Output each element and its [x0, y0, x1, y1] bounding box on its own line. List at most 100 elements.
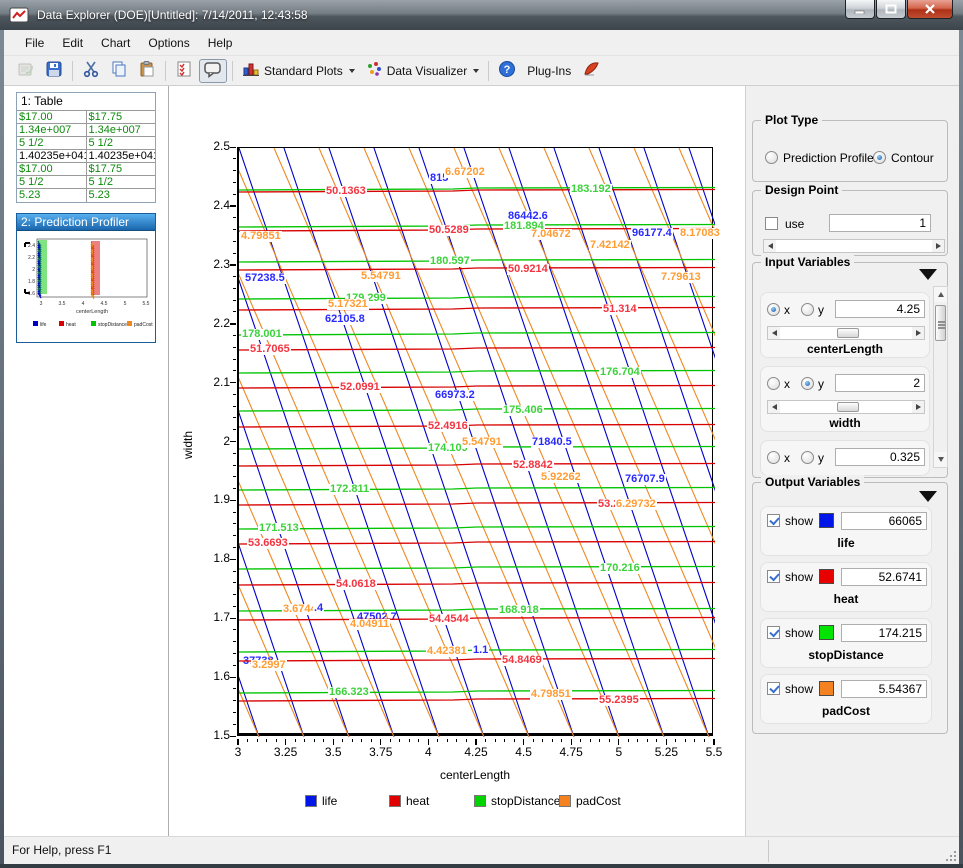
slider-thumb[interactable] — [837, 328, 859, 338]
x-radio-label: x — [784, 303, 790, 317]
series-color-swatch[interactable] — [819, 625, 834, 640]
menu-file[interactable]: File — [16, 33, 53, 53]
x-minor-tick — [323, 739, 324, 742]
plugin-button[interactable] — [578, 59, 606, 83]
plug-ins-label: Plug-Ins — [527, 64, 571, 78]
slider-left-arrow-icon[interactable] — [768, 327, 780, 339]
help-icon: ? — [498, 60, 516, 83]
open-button[interactable] — [13, 59, 39, 83]
titlebar[interactable]: Data Explorer (DOE)[Untitled]: 7/14/2011… — [0, 0, 963, 30]
show-checkbox[interactable] — [767, 682, 780, 695]
y-axis-radio[interactable] — [801, 451, 814, 464]
x-tick-label: 4.5 — [508, 745, 540, 759]
contour-label-padCost: 5.54791 — [461, 437, 503, 448]
plot-type-radio-contour[interactable] — [873, 151, 886, 164]
checklist-button[interactable] — [171, 59, 197, 83]
menu-edit[interactable]: Edit — [53, 33, 92, 53]
x-minor-tick — [485, 739, 486, 742]
table-thumbnail-panel[interactable]: 1: Table $17.00$17.751.34e+0071.34e+0075… — [16, 92, 156, 203]
x-minor-tick — [466, 739, 467, 742]
x-minor-tick — [609, 739, 610, 742]
scroll-down-icon[interactable] — [934, 452, 947, 467]
output-value-field[interactable]: 5.54367 — [841, 680, 927, 698]
input-value-field[interactable]: 2 — [835, 374, 925, 392]
menu-options[interactable]: Options — [139, 33, 198, 53]
output-value-field[interactable]: 66065 — [841, 512, 927, 530]
output-variable-card-stopDistance: show174.215stopDistance — [760, 618, 932, 668]
y-tick-label: 1.6 — [198, 669, 230, 683]
copy-button[interactable] — [106, 59, 132, 83]
output-value-field[interactable]: 174.215 — [841, 624, 927, 642]
input-value-field[interactable]: 0.325 — [835, 448, 925, 466]
output-value-field[interactable]: 52.6741 — [841, 568, 927, 586]
input-variable-slider[interactable] — [767, 400, 925, 414]
slider-right-arrow-icon[interactable] — [912, 401, 924, 413]
scroll-up-icon[interactable] — [934, 287, 947, 302]
use-checkbox[interactable] — [765, 217, 778, 230]
minimize-button[interactable] — [845, 0, 875, 19]
plot-type-radio-prediction-profile[interactable] — [765, 151, 778, 164]
y-axis-radio[interactable] — [801, 377, 814, 390]
x-axis-radio[interactable] — [767, 377, 780, 390]
design-point-slider[interactable] — [763, 239, 945, 253]
show-checkbox[interactable] — [767, 514, 780, 527]
table-cell: $17.75 — [86, 111, 155, 124]
standard-plots-button[interactable]: Standard Plots — [238, 59, 359, 83]
x-tick — [428, 739, 429, 745]
contour-label-stopDistance: 175.406 — [502, 405, 544, 416]
cut-button[interactable] — [78, 59, 104, 83]
output-variable-name: stopDistance — [761, 648, 931, 662]
x-axis-radio[interactable] — [767, 451, 780, 464]
series-color-swatch[interactable] — [819, 681, 834, 696]
y-minor-tick — [233, 571, 236, 572]
contour-plot[interactable]: 8156.67202183.19250.136386442.6181.89450… — [237, 147, 713, 736]
close-button[interactable] — [907, 0, 953, 19]
x-tick — [380, 739, 381, 745]
show-checkbox[interactable] — [767, 626, 780, 639]
y-minor-tick — [233, 453, 236, 454]
input-variables-scrollbar[interactable] — [933, 286, 948, 468]
y-tick — [230, 736, 236, 737]
profiler-thumbnail[interactable]: 2.42.221.81.633.544.555.5centerLengthlif… — [17, 231, 155, 342]
contour-label-heat: 54.8469 — [501, 655, 543, 666]
output-variable-card-padCost: show5.54367padCost — [760, 674, 932, 724]
design-point-field[interactable]: 1 — [829, 214, 931, 232]
resize-grip[interactable] — [944, 849, 956, 861]
profiler-thumbnail-panel[interactable]: 2: Prediction Profiler 2.42.221.81.633.5… — [16, 213, 156, 343]
menu-chart[interactable]: Chart — [92, 33, 139, 53]
y-minor-tick — [233, 700, 236, 701]
scrollbar-thumb[interactable] — [935, 305, 946, 341]
input-value-field[interactable]: 4.25 — [835, 300, 925, 318]
slider-right-arrow-icon[interactable] — [932, 240, 944, 252]
input-variable-slider[interactable] — [767, 326, 925, 340]
maximize-button[interactable] — [876, 0, 906, 19]
x-minor-tick — [495, 739, 496, 742]
y-axis-radio[interactable] — [801, 303, 814, 316]
slider-left-arrow-icon[interactable] — [768, 401, 780, 413]
paste-button[interactable] — [134, 59, 160, 83]
show-checkbox[interactable] — [767, 570, 780, 583]
data-visualizer-button[interactable]: Data Visualizer — [361, 59, 483, 83]
output-variables-title: Output Variables — [761, 475, 864, 489]
x-minor-tick — [361, 739, 362, 742]
x-tick-label: 4.25 — [460, 745, 492, 759]
annotation-button[interactable] — [199, 59, 227, 83]
slider-right-arrow-icon[interactable] — [912, 327, 924, 339]
x-minor-tick — [371, 739, 372, 742]
collapse-arrow-icon[interactable] — [919, 269, 937, 280]
slider-thumb[interactable] — [837, 402, 859, 412]
series-color-swatch[interactable] — [819, 569, 834, 584]
content-area: 1: Table $17.00$17.751.34e+0071.34e+0075… — [4, 86, 959, 836]
series-color-swatch[interactable] — [819, 513, 834, 528]
slider-left-arrow-icon[interactable] — [764, 240, 776, 252]
collapse-arrow-icon[interactable] — [919, 491, 937, 502]
x-axis-radio[interactable] — [767, 303, 780, 316]
menu-help[interactable]: Help — [199, 33, 242, 53]
save-button[interactable] — [41, 59, 67, 83]
table-row: 1.40235e+0411.40235e+041 — [17, 150, 155, 163]
legend-item-heat: heat — [389, 794, 429, 808]
help-button[interactable]: ? — [494, 59, 520, 83]
app-window: Data Explorer (DOE)[Untitled]: 7/14/2011… — [0, 0, 963, 868]
table-row: 5 1/25 1/2 — [17, 137, 155, 150]
output-variable-name: life — [761, 536, 931, 550]
